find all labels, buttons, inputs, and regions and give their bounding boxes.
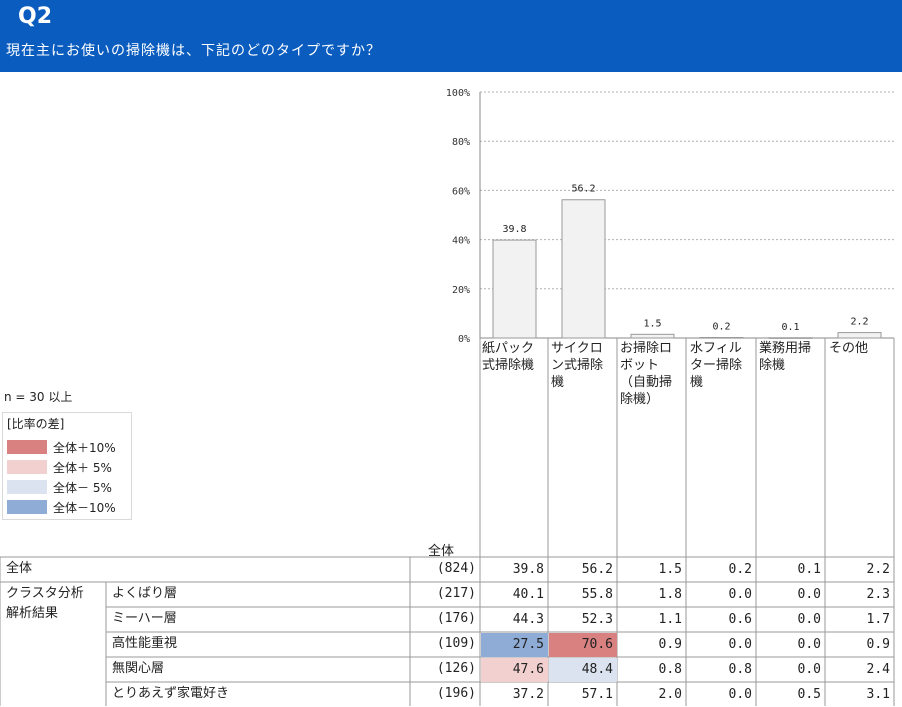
bar [630,333,675,339]
table-cell: 0.5 [797,687,821,702]
table-cell: 47.6 [481,658,548,682]
table-cell: 44.3 [512,612,544,627]
table-cell: 55.8 [581,587,613,602]
table-cell: 48.4 [549,658,617,682]
row-label: 高性能重視 [112,636,178,651]
column-header-commercial: 業務用掃除機 [759,341,812,373]
legend: [比率の差] 全体＋10% 全体＋ 5% 全体－ 5% 全体－10% [2,412,132,520]
legend-swatch [7,500,47,514]
y-tick-label: 80% [452,137,470,148]
legend-label: 全体＋ 5% [53,461,112,475]
table-cell: 0.0 [797,612,821,627]
row-label: よくばり層 [112,586,178,601]
table-cell: 0.0 [728,637,752,652]
table-cell: 0.8 [658,662,682,677]
table-cell: 2.4 [866,662,890,677]
legend-label: 全体－ 5% [53,481,112,495]
legend-title: [比率の差] [7,417,65,431]
table-cell: 0.6 [728,612,752,627]
y-tick-label: 0% [458,334,470,345]
legend-label: 全体＋10% [53,441,116,455]
row-sample-size: (824) [436,561,476,576]
bar-value-label: 0.1 [781,322,799,333]
row-sample-size: (126) [436,661,476,676]
bar-value-label: 39.8 [502,224,526,235]
group-label: 解析結果 [6,606,59,621]
table-cell: 70.6 [549,633,617,657]
legend-item-plus10: 全体＋10% [7,439,131,455]
table-cell: 1.5 [658,562,682,577]
legend-swatch [7,440,47,454]
y-tick-label: 20% [452,285,470,296]
table-cell: 2.0 [658,687,682,702]
y-tick-label: 60% [452,186,470,197]
row-label: 全体 [6,561,33,576]
table-cell: 0.0 [728,587,752,602]
table-cell: 37.2 [512,687,544,702]
bar-value-label: 0.2 [712,322,730,333]
table-cell: 2.3 [866,587,890,602]
row-label: ミーハー層 [112,611,177,626]
bar-value-label: 1.5 [643,318,661,329]
table-cell: 0.0 [728,687,752,702]
bar [699,337,744,339]
y-tick-label: 40% [452,236,470,247]
column-header-paper-pack: 紙パック式掃除機 [482,341,535,373]
table-cell: 0.2 [728,562,752,577]
table-cell: 0.0 [797,662,821,677]
legend-item-plus5: 全体＋ 5% [7,459,131,475]
row-sample-size: (217) [436,586,476,601]
table-cell: 0.8 [728,662,752,677]
column-header-other: その他 [829,341,869,356]
column-header-robot: お掃除ロボット（自動掃除機） [620,341,673,407]
table-cell: 3.1 [866,687,890,702]
legend-item-minus5: 全体－ 5% [7,479,131,495]
table-cell: 0.1 [797,562,821,577]
row-sample-size: (176) [436,611,476,626]
table-cell: 40.1 [512,587,544,602]
table-cell: 2.2 [866,562,890,577]
legend-item-minus10: 全体－10% [7,499,131,515]
table-cell: 0.9 [658,637,682,652]
legend-swatch [7,460,47,474]
table-cell: 0.0 [797,587,821,602]
table-cell: 1.8 [658,587,682,602]
bar [561,199,606,339]
bar [837,332,882,339]
bar-value-label: 56.2 [571,184,595,195]
column-header-cyclone: サイクロン式掃除機 [551,341,604,390]
row-label: とりあえず家電好き [112,686,230,701]
bar [768,337,813,339]
row-sample-size: (109) [436,636,476,651]
row-sample-size: (196) [436,686,476,701]
table-cell: 57.1 [581,687,613,702]
y-tick-label: 100% [446,88,470,99]
table-cell: 1.7 [866,612,890,627]
table-cell: 39.8 [512,562,544,577]
legend-swatch [7,480,47,494]
row-label: 無関心層 [112,661,165,676]
table-cell: 1.1 [658,612,682,627]
bar-value-label: 2.2 [850,317,868,328]
table-cell: 0.0 [797,637,821,652]
column-header-water-filter: 水フィルター掃除機 [690,341,743,390]
bar [492,239,537,339]
table-cell: 27.5 [481,633,548,657]
table-cell: 52.3 [581,612,613,627]
table-cell: 56.2 [581,562,613,577]
table-cell: 0.9 [866,637,890,652]
sample-note: n = 30 以上 [4,390,73,404]
legend-label: 全体－10% [53,501,116,515]
